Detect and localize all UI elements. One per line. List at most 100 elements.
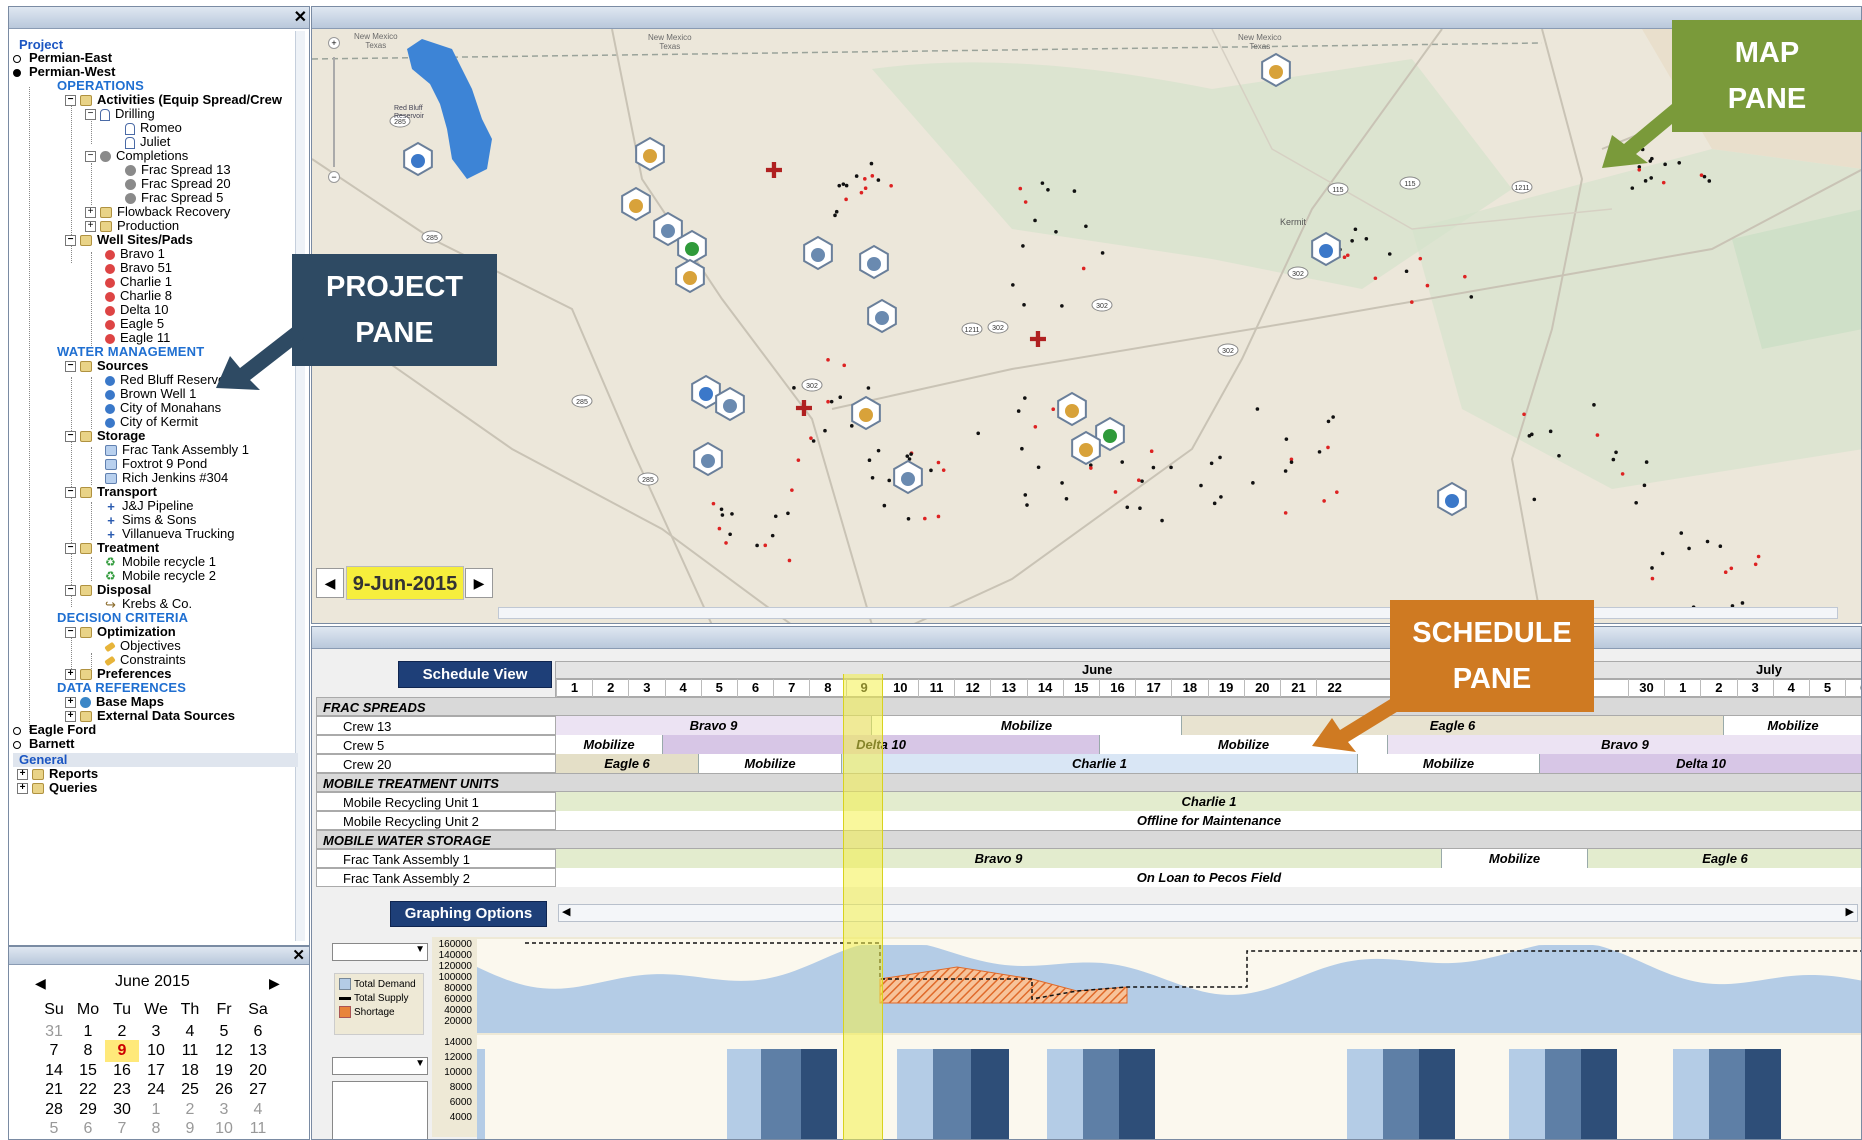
map-well-marker[interactable] (1595, 433, 1600, 437)
gantt-bar[interactable]: Mobilize (872, 716, 1182, 735)
map-well-marker[interactable] (906, 516, 911, 521)
map-well-marker[interactable] (1532, 497, 1537, 502)
close-icon[interactable]: ✕ (292, 946, 305, 964)
map-well-marker[interactable] (1136, 478, 1141, 483)
map-well-marker[interactable] (1353, 227, 1358, 232)
gantt-bar[interactable]: Charlie 1 (556, 792, 1861, 811)
map-well-marker[interactable] (1072, 189, 1077, 193)
map-facility-icon[interactable] (693, 441, 723, 477)
map-well-marker[interactable] (1463, 274, 1467, 279)
map-well-marker[interactable] (844, 197, 848, 202)
map-well-marker[interactable] (1209, 461, 1214, 466)
map-well-marker[interactable] (866, 386, 871, 390)
map-well-marker[interactable] (1660, 551, 1665, 556)
map-well-marker[interactable] (1020, 446, 1024, 451)
calendar-day[interactable]: 10 (207, 1118, 241, 1140)
map-well-marker[interactable] (1081, 266, 1086, 271)
gantt-bar[interactable]: Mobilize (1442, 849, 1588, 868)
map-well-marker[interactable] (1649, 176, 1654, 180)
map-well-marker[interactable] (1199, 483, 1203, 488)
map-well-marker[interactable] (1373, 276, 1378, 281)
map-well-marker[interactable] (1425, 283, 1430, 288)
map-well-marker[interactable] (1699, 173, 1704, 177)
date-prev-icon[interactable]: ◀ (316, 568, 344, 598)
map-well-marker[interactable] (842, 363, 847, 368)
map-facility-icon[interactable] (1437, 481, 1467, 517)
calendar-day[interactable]: 11 (241, 1118, 275, 1140)
map-well-marker[interactable] (1023, 200, 1028, 204)
zoom-control[interactable]: + − (322, 37, 346, 187)
map-well-marker[interactable] (787, 558, 792, 563)
map-well-marker[interactable] (823, 428, 827, 433)
map-well-marker[interactable] (1089, 466, 1093, 470)
map-well-marker[interactable] (863, 186, 868, 191)
map-well-marker[interactable] (838, 395, 843, 400)
map-facility-icon[interactable] (403, 141, 433, 177)
map-well-marker[interactable] (844, 183, 849, 188)
map-well-marker[interactable] (1679, 531, 1684, 535)
map-well-marker[interactable] (1284, 437, 1289, 441)
map-well-marker[interactable] (841, 182, 846, 186)
date-next-icon[interactable]: ▶ (465, 568, 493, 598)
gantt-bar[interactable]: Mobilize (556, 735, 663, 754)
map-scrollbar[interactable] (498, 607, 1838, 619)
map-well-marker[interactable] (1644, 460, 1649, 464)
map-well-marker[interactable] (1650, 566, 1654, 570)
map-well-marker[interactable] (882, 503, 887, 508)
map-well-marker[interactable] (1729, 566, 1734, 571)
scroll-left-icon[interactable]: ◀ (562, 905, 570, 918)
map-well-marker[interactable] (1643, 179, 1648, 183)
map-well-marker[interactable] (1289, 460, 1294, 464)
map-well-marker[interactable] (1650, 576, 1655, 581)
map-well-marker[interactable] (1723, 570, 1728, 575)
map-well-marker[interactable] (1051, 407, 1056, 412)
map-well-marker[interactable] (1218, 455, 1222, 460)
map-well-marker[interactable] (1317, 450, 1322, 454)
map-well-marker[interactable] (829, 399, 834, 404)
map-well-marker[interactable] (1060, 481, 1064, 485)
map-well-marker[interactable] (1705, 539, 1710, 544)
close-icon[interactable]: ✕ (294, 7, 307, 27)
map-facility-icon[interactable] (867, 298, 897, 334)
map-well-marker[interactable] (1469, 295, 1474, 299)
gantt-bar[interactable]: Eagle 6 (1588, 849, 1861, 868)
map-well-marker[interactable] (1040, 181, 1045, 185)
map-well-marker[interactable] (1756, 554, 1761, 559)
map-well-marker[interactable] (790, 488, 794, 492)
map-well-marker[interactable] (854, 174, 859, 178)
graph-series-select-2[interactable]: ▼ (332, 1057, 428, 1075)
calendar-day[interactable]: 9 (173, 1118, 207, 1140)
gantt-bar[interactable]: Eagle 6 (1182, 716, 1724, 735)
map-well-marker[interactable] (936, 460, 941, 465)
map-well-marker[interactable] (728, 532, 732, 537)
map-well-marker[interactable] (1331, 415, 1335, 419)
map-well-marker[interactable] (1283, 469, 1288, 473)
zoom-in-icon[interactable]: + (328, 37, 340, 49)
tree-item-project[interactable]: Barnett (13, 736, 75, 752)
map-well-marker[interactable] (826, 399, 830, 404)
map-well-marker[interactable] (1592, 403, 1596, 407)
map-well-marker[interactable] (1718, 544, 1723, 549)
map-well-marker[interactable] (1033, 424, 1038, 429)
map-well-marker[interactable] (1642, 483, 1647, 488)
map-well-marker[interactable] (1022, 303, 1026, 307)
map-well-marker[interactable] (1350, 238, 1354, 243)
map-facility-icon[interactable] (677, 229, 707, 265)
map-well-marker[interactable] (1364, 236, 1369, 241)
map-well-marker[interactable] (1140, 479, 1144, 483)
map-facility-icon[interactable] (893, 459, 923, 495)
map-well-marker[interactable] (1036, 465, 1041, 470)
map-crosshair-icon[interactable]: ✚ (765, 158, 783, 183)
map-crosshair-icon[interactable]: ✚ (795, 396, 813, 421)
graphing-options-button[interactable]: Graphing Options (390, 901, 547, 927)
map-well-marker[interactable] (870, 475, 875, 480)
map-well-marker[interactable] (1120, 460, 1125, 464)
map-well-marker[interactable] (786, 511, 790, 516)
dropdown-arrow-icon[interactable]: ▼ (415, 1058, 425, 1069)
map-well-marker[interactable] (923, 516, 927, 521)
map-well-marker[interactable] (1011, 283, 1015, 287)
map-well-marker[interactable] (870, 174, 875, 178)
gantt-bar[interactable]: Offline for Maintenance (556, 811, 1861, 830)
map-well-marker[interactable] (909, 452, 913, 456)
map-well-marker[interactable] (1322, 499, 1326, 503)
